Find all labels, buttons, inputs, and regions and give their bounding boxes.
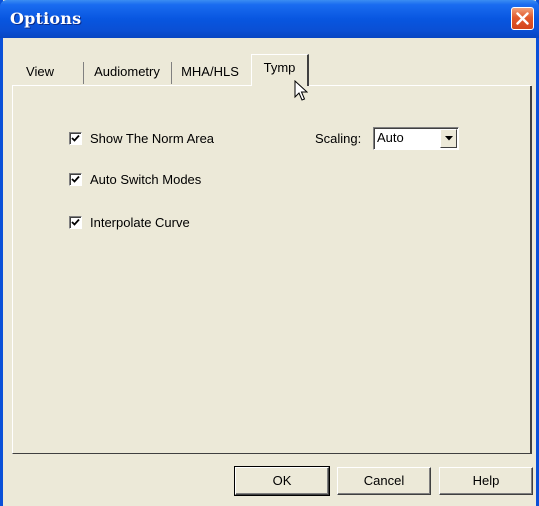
- tab-mha-hls[interactable]: MHA/HLS: [172, 59, 248, 85]
- tab-audiometry[interactable]: Audiometry: [84, 59, 170, 85]
- cancel-button[interactable]: Cancel: [337, 467, 431, 495]
- ok-button[interactable]: OK: [234, 466, 330, 496]
- help-button[interactable]: Help: [439, 467, 533, 495]
- tymp-settings-panel: [12, 86, 532, 454]
- title-bar[interactable]: Options: [0, 0, 539, 38]
- tab-view[interactable]: View: [14, 59, 66, 85]
- options-dialog: Options View Audiometry MHA/HLS Tymp Sho…: [0, 0, 539, 506]
- close-icon: [516, 12, 529, 25]
- close-button[interactable]: [511, 7, 534, 30]
- window-title: Options: [10, 9, 82, 28]
- mouse-cursor-icon: [294, 80, 308, 101]
